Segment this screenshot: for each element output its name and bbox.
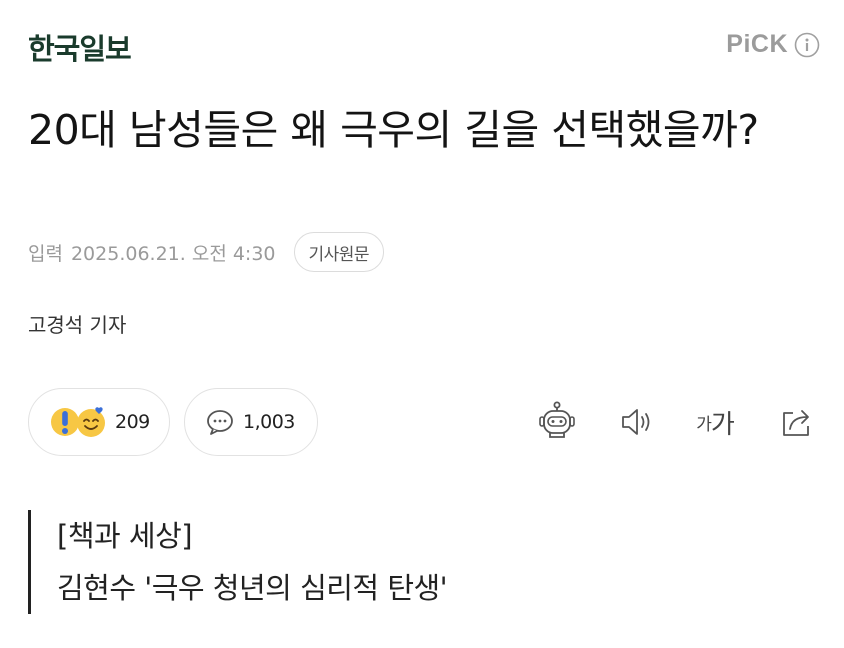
original-article-button[interactable]: 기사원문 <box>293 232 385 272</box>
comments-button[interactable]: 1,003 <box>184 388 318 456</box>
speaker-icon <box>622 409 650 435</box>
subtitle-section: [책과 세상] <box>57 519 193 553</box>
published-label: 입력 <box>28 242 63 265</box>
robot-icon <box>539 401 575 438</box>
article-headline: 20대 남성들은 왜 극우의 길을 선택했을까? <box>28 106 759 154</box>
summary-bot-button[interactable] <box>530 398 584 446</box>
article-subtitle: [책과 세상] 김현수 '극우 청년의 심리적 탄생' <box>28 510 448 614</box>
pick-badge[interactable]: PiCK <box>726 30 820 59</box>
article-meta: 입력 2025.06.21. 오전 4:30 기사원문 <box>28 232 385 272</box>
info-icon[interactable] <box>794 32 820 58</box>
reaction-emojis <box>49 405 111 439</box>
reactions-count: 209 <box>115 411 150 433</box>
font-size-large-label: 가 <box>710 409 735 440</box>
reactions-button[interactable]: 209 <box>28 388 170 456</box>
share-icon <box>783 410 809 436</box>
text-to-speech-button[interactable] <box>616 398 656 446</box>
speech-bubble-icon <box>207 410 233 435</box>
reporter-name[interactable]: 고경석 기자 <box>28 309 126 338</box>
font-size-small-label: 가 <box>696 414 712 435</box>
subtitle-book: 김현수 '극우 청년의 심리적 탄생' <box>57 571 448 605</box>
smiling-face-heart-icon <box>77 407 105 437</box>
comments-count: 1,003 <box>243 411 295 433</box>
font-size-button[interactable]: 가가 <box>690 398 740 446</box>
publisher-logo[interactable]: 한국일보 <box>28 26 132 68</box>
pick-label: PiCK <box>726 30 788 58</box>
share-button[interactable] <box>774 398 818 446</box>
published-datetime: 2025.06.21. 오전 4:30 <box>70 242 276 265</box>
